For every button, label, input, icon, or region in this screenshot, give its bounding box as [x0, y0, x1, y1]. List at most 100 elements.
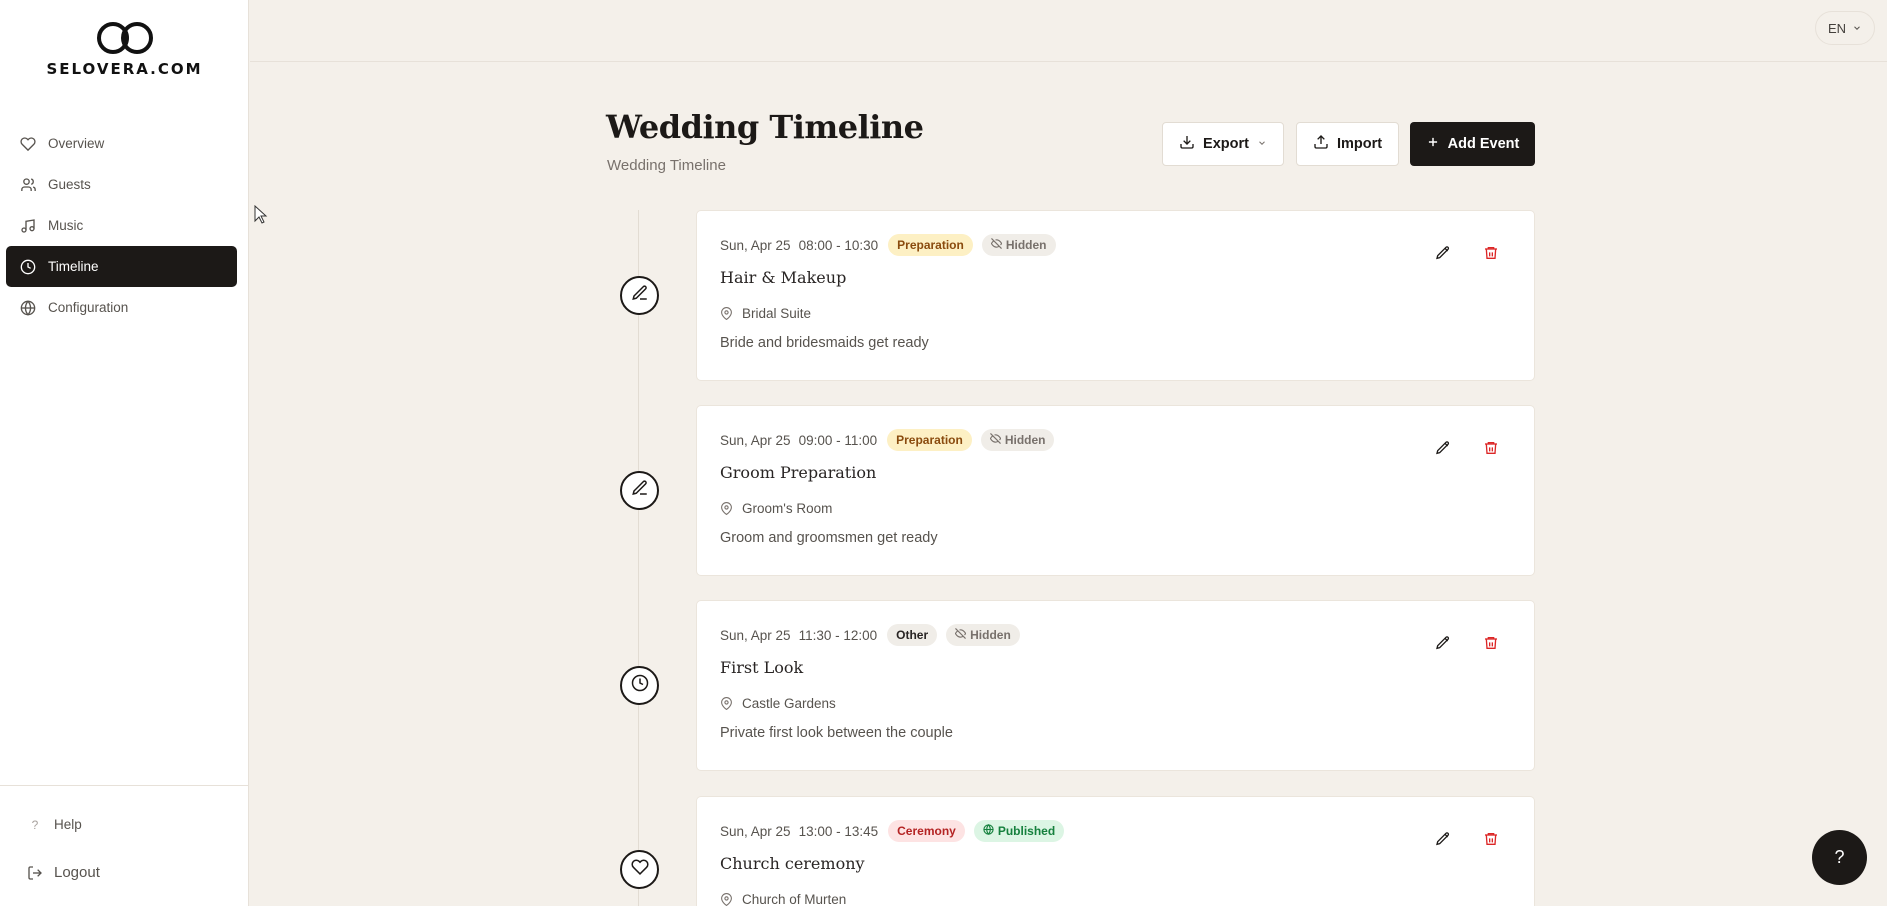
eye-off-icon — [990, 238, 1003, 252]
sidebar-item-guests[interactable]: Guests — [6, 164, 237, 205]
category-badge: Preparation — [887, 429, 972, 451]
users-icon — [18, 175, 38, 195]
event-card: Sun, Apr 25 08:00 - 10:30 Preparation Hi… — [696, 210, 1535, 381]
sidebar-nav: Overview Guests Music Timeline Configura… — [6, 123, 237, 328]
delete-button[interactable] — [1480, 439, 1502, 461]
trash-icon — [1483, 635, 1499, 656]
sidebar-item-timeline[interactable]: Timeline — [6, 246, 237, 287]
edit-button[interactable] — [1432, 244, 1454, 266]
timeline-node — [620, 276, 659, 315]
event-meta: Sun, Apr 25 08:00 - 10:30 Preparation Hi… — [720, 234, 1065, 256]
rings-logo-icon — [96, 22, 153, 54]
clock-icon — [18, 257, 38, 277]
sidebar-item-label: Configuration — [48, 300, 129, 315]
location-label: Church of Murten — [742, 892, 847, 906]
event-title: First Look — [720, 658, 804, 677]
category-badge: Other — [887, 624, 938, 646]
event-meta: Sun, Apr 25 11:30 - 12:00 Other Hidden — [720, 624, 1029, 646]
add-event-button[interactable]: Add Event — [1410, 122, 1535, 166]
event-date: Sun, Apr 25 — [720, 627, 791, 643]
sidebar-item-label: Music — [48, 218, 84, 233]
logo-text: SELOVERA.COM — [46, 60, 203, 78]
visibility-label: Hidden — [1004, 433, 1046, 447]
event-card: Sun, Apr 25 13:00 - 13:45 Ceremony Publi… — [696, 796, 1535, 906]
export-button[interactable]: Export — [1162, 122, 1284, 166]
edit-button[interactable] — [1432, 830, 1454, 852]
visibility-badge: Hidden — [946, 624, 1020, 646]
trash-icon — [1483, 245, 1499, 266]
delete-button[interactable] — [1480, 830, 1502, 852]
top-bar: EN — [250, 0, 1887, 62]
logout-label: Logout — [54, 864, 100, 881]
event-title: Church ceremony — [720, 854, 865, 873]
download-icon — [1179, 134, 1195, 154]
delete-button[interactable] — [1480, 244, 1502, 266]
pen-icon — [631, 284, 649, 307]
location-label: Castle Gardens — [742, 696, 836, 711]
edit-button[interactable] — [1432, 439, 1454, 461]
event-time: 09:00 - 11:00 — [798, 432, 878, 448]
help-fab-button[interactable]: ? — [1812, 830, 1867, 885]
heart-icon — [18, 134, 38, 154]
event-title: Groom Preparation — [720, 463, 877, 482]
sidebar-item-label: Guests — [48, 177, 91, 192]
event-meta: Sun, Apr 25 09:00 - 11:00 Preparation Hi… — [720, 429, 1063, 451]
category-badge: Preparation — [888, 234, 973, 256]
event-description: Private first look between the couple — [720, 725, 953, 741]
sidebar-item-label: Overview — [48, 136, 105, 151]
heart-icon — [630, 858, 649, 881]
page-subtitle: Wedding Timeline — [607, 157, 726, 174]
event-date: Sun, Apr 25 — [720, 237, 791, 253]
event-title: Hair & Makeup — [720, 268, 847, 287]
sidebar-item-configuration[interactable]: Configuration — [6, 287, 237, 328]
location-label: Groom's Room — [742, 501, 833, 516]
event-location: Castle Gardens — [720, 696, 836, 711]
chevron-down-icon — [1852, 21, 1862, 36]
globe-icon — [18, 298, 38, 318]
event-description: Bride and bridesmaids get ready — [720, 335, 929, 351]
trash-icon — [1483, 440, 1499, 461]
event-time: 13:00 - 13:45 — [798, 823, 879, 839]
add-event-label: Add Event — [1447, 136, 1520, 152]
edit-button[interactable] — [1432, 634, 1454, 656]
sidebar: SELOVERA.COM Overview Guests Music Timel… — [0, 0, 249, 906]
event-time: 08:00 - 10:30 — [798, 237, 879, 253]
pencil-icon — [1435, 635, 1451, 656]
eye-off-icon — [954, 628, 967, 642]
location-label: Bridal Suite — [742, 306, 812, 321]
export-label: Export — [1203, 136, 1249, 152]
map-pin-icon — [720, 697, 734, 710]
language-label: EN — [1827, 20, 1846, 36]
timeline-node — [620, 850, 659, 889]
music-icon — [18, 216, 38, 236]
pencil-icon — [1435, 245, 1451, 266]
pencil-icon — [1435, 831, 1451, 852]
globe-icon — [983, 824, 994, 838]
event-meta: Sun, Apr 25 13:00 - 13:45 Ceremony Publi… — [720, 820, 1073, 842]
sidebar-item-label: Timeline — [48, 259, 99, 274]
event-card: Sun, Apr 25 09:00 - 11:00 Preparation Hi… — [696, 405, 1535, 576]
event-card: Sun, Apr 25 11:30 - 12:00 Other Hidden F… — [696, 600, 1535, 771]
import-button[interactable]: Import — [1296, 122, 1399, 166]
delete-button[interactable] — [1480, 634, 1502, 656]
visibility-badge: Published — [973, 820, 1065, 842]
chevron-down-icon — [1257, 136, 1267, 152]
category-badge: Ceremony — [888, 820, 965, 842]
timeline-node — [620, 666, 659, 705]
sidebar-item-music[interactable]: Music — [6, 205, 237, 246]
help-link[interactable]: ? Help — [26, 817, 82, 832]
visibility-label: Hidden — [970, 628, 1011, 642]
visibility-badge: Hidden — [980, 429, 1055, 451]
logout-button[interactable]: Logout — [26, 864, 100, 881]
mouse-cursor-icon — [254, 204, 268, 230]
map-pin-icon — [720, 893, 734, 906]
brand-logo[interactable]: SELOVERA.COM — [0, 20, 249, 78]
language-selector[interactable]: EN — [1814, 11, 1875, 45]
logout-icon — [26, 865, 44, 881]
sidebar-item-overview[interactable]: Overview — [6, 123, 237, 164]
pencil-icon — [1435, 440, 1451, 461]
help-label: Help — [54, 817, 82, 832]
event-description: Groom and groomsmen get ready — [720, 530, 938, 546]
visibility-label: Hidden — [1005, 238, 1047, 252]
help-fab-label: ? — [1834, 847, 1845, 867]
